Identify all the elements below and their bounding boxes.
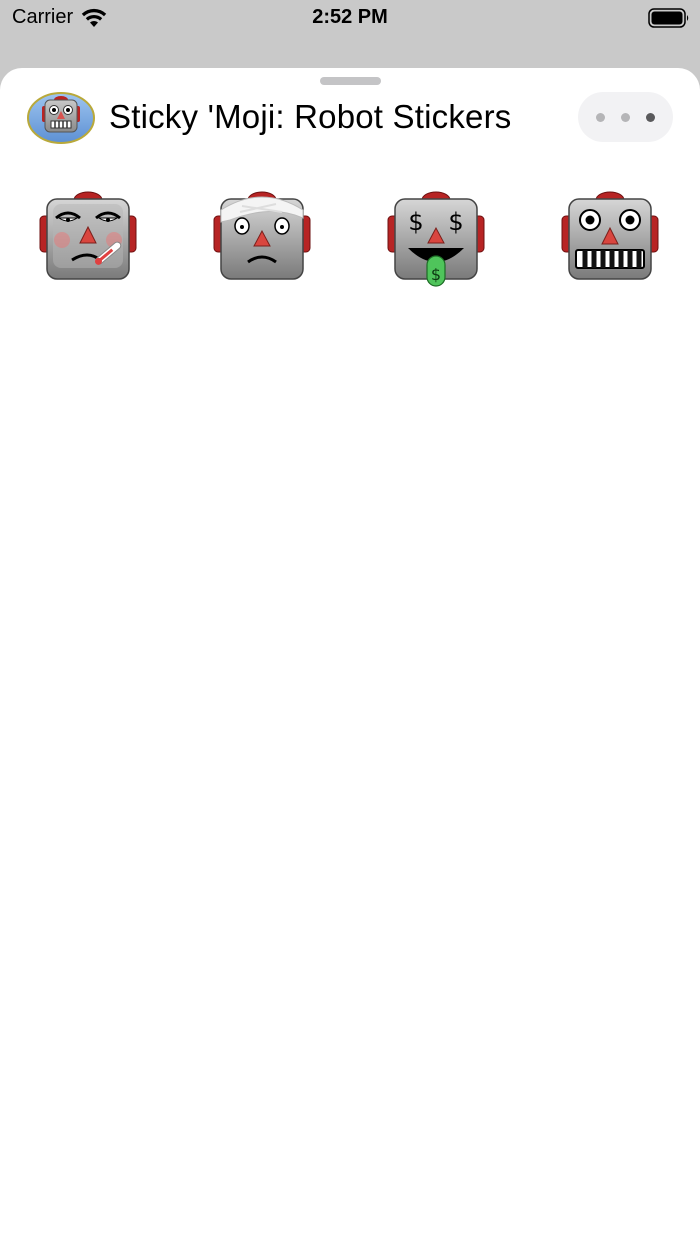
svg-text:$: $ [408,208,423,236]
app-title: Sticky 'Moji: Robot Stickers [109,98,512,135]
status-time: 2:52 PM [312,6,388,28]
sticker-grid: $ $ $ [0,190,700,290]
battery-icon [648,8,689,28]
svg-text:$: $ [431,265,441,284]
page-dot-2 [621,112,630,122]
status-bar: Carrier 2:52 PM [0,0,700,36]
sheet-grabber[interactable] [320,77,381,85]
more-button[interactable] [578,92,673,142]
sheet-header: Sticky 'Moji: Robot Stickers [0,90,700,146]
page-dot-1 [596,112,605,122]
money-face-robot-sticker[interactable]: $ $ $ [386,190,486,290]
sticker-sheet: Sticky 'Moji: Robot Stickers $ $ $ [0,68,700,1244]
sick-robot-sticker[interactable] [38,190,138,290]
grinning-robot-sticker[interactable] [560,190,660,290]
robot-app-icon[interactable] [27,92,95,144]
page-dot-3 [646,112,655,122]
svg-text:$: $ [448,208,463,236]
bandaged-robot-sticker[interactable] [212,190,312,290]
